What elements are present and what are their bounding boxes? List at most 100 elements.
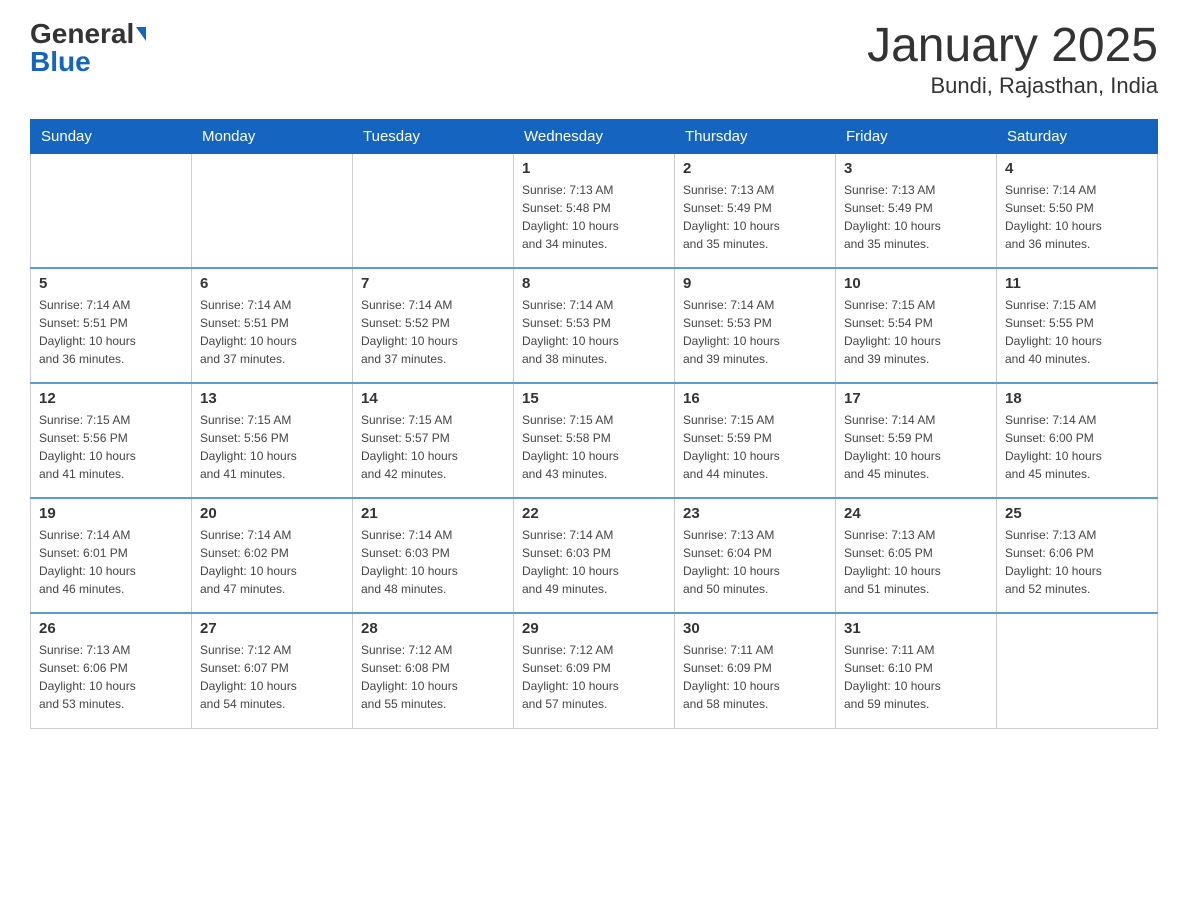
calendar-cell: 3 Sunrise: 7:13 AM Sunset: 5:49 PM Daylig… — [836, 153, 997, 268]
calendar-cell: 7 Sunrise: 7:14 AM Sunset: 5:52 PM Daylig… — [353, 268, 514, 383]
calendar-title: January 2025 — [867, 20, 1158, 73]
calendar-week-row: 26 Sunrise: 7:13 AM Sunset: 6:06 PM Dayli… — [31, 613, 1158, 728]
logo-general-text: General — [30, 20, 134, 48]
day-number: 26 — [39, 620, 183, 637]
day-number: 5 — [39, 275, 183, 292]
day-info: Sunrise: 7:14 AM Sunset: 6:02 PM Dayligh… — [200, 526, 344, 598]
day-info: Sunrise: 7:15 AM Sunset: 5:58 PM Dayligh… — [522, 411, 666, 483]
day-number: 24 — [844, 505, 988, 522]
logo: General Blue — [30, 20, 146, 76]
weekday-header-saturday: Saturday — [997, 119, 1158, 153]
day-number: 25 — [1005, 505, 1149, 522]
day-info: Sunrise: 7:13 AM Sunset: 6:06 PM Dayligh… — [39, 641, 183, 713]
calendar-cell: 9 Sunrise: 7:14 AM Sunset: 5:53 PM Daylig… — [675, 268, 836, 383]
day-info: Sunrise: 7:15 AM Sunset: 5:56 PM Dayligh… — [39, 411, 183, 483]
day-info: Sunrise: 7:12 AM Sunset: 6:09 PM Dayligh… — [522, 641, 666, 713]
day-number: 1 — [522, 160, 666, 177]
calendar-cell: 26 Sunrise: 7:13 AM Sunset: 6:06 PM Dayli… — [31, 613, 192, 728]
calendar-cell: 15 Sunrise: 7:15 AM Sunset: 5:58 PM Dayli… — [514, 383, 675, 498]
day-number: 2 — [683, 160, 827, 177]
day-info: Sunrise: 7:13 AM Sunset: 6:05 PM Dayligh… — [844, 526, 988, 598]
title-section: January 2025 Bundi, Rajasthan, India — [867, 20, 1158, 99]
day-number: 29 — [522, 620, 666, 637]
day-number: 22 — [522, 505, 666, 522]
day-info: Sunrise: 7:13 AM Sunset: 5:49 PM Dayligh… — [683, 181, 827, 253]
calendar-cell: 1 Sunrise: 7:13 AM Sunset: 5:48 PM Daylig… — [514, 153, 675, 268]
day-info: Sunrise: 7:13 AM Sunset: 5:49 PM Dayligh… — [844, 181, 988, 253]
day-number: 20 — [200, 505, 344, 522]
calendar-cell: 25 Sunrise: 7:13 AM Sunset: 6:06 PM Dayli… — [997, 498, 1158, 613]
calendar-cell — [192, 153, 353, 268]
calendar-week-row: 12 Sunrise: 7:15 AM Sunset: 5:56 PM Dayli… — [31, 383, 1158, 498]
day-number: 30 — [683, 620, 827, 637]
calendar-cell: 30 Sunrise: 7:11 AM Sunset: 6:09 PM Dayli… — [675, 613, 836, 728]
calendar-cell: 18Sunrise: 7:14 AM Sunset: 6:00 PM Dayli… — [997, 383, 1158, 498]
calendar-week-row: 19Sunrise: 7:14 AM Sunset: 6:01 PM Dayli… — [31, 498, 1158, 613]
weekday-header-wednesday: Wednesday — [514, 119, 675, 153]
calendar-cell — [997, 613, 1158, 728]
weekday-header-monday: Monday — [192, 119, 353, 153]
day-info: Sunrise: 7:11 AM Sunset: 6:09 PM Dayligh… — [683, 641, 827, 713]
calendar-week-row: 1 Sunrise: 7:13 AM Sunset: 5:48 PM Daylig… — [31, 153, 1158, 268]
day-number: 23 — [683, 505, 827, 522]
calendar-cell: 19Sunrise: 7:14 AM Sunset: 6:01 PM Dayli… — [31, 498, 192, 613]
day-info: Sunrise: 7:12 AM Sunset: 6:07 PM Dayligh… — [200, 641, 344, 713]
day-info: Sunrise: 7:14 AM Sunset: 5:51 PM Dayligh… — [200, 296, 344, 368]
day-info: Sunrise: 7:14 AM Sunset: 5:53 PM Dayligh… — [522, 296, 666, 368]
day-info: Sunrise: 7:14 AM Sunset: 5:59 PM Dayligh… — [844, 411, 988, 483]
calendar-cell — [31, 153, 192, 268]
day-number: 16 — [683, 390, 827, 407]
weekday-header-row: SundayMondayTuesdayWednesdayThursdayFrid… — [31, 119, 1158, 153]
day-number: 17 — [844, 390, 988, 407]
day-info: Sunrise: 7:14 AM Sunset: 5:52 PM Dayligh… — [361, 296, 505, 368]
day-info: Sunrise: 7:13 AM Sunset: 5:48 PM Dayligh… — [522, 181, 666, 253]
day-info: Sunrise: 7:14 AM Sunset: 5:50 PM Dayligh… — [1005, 181, 1149, 253]
calendar-cell: 29 Sunrise: 7:12 AM Sunset: 6:09 PM Dayli… — [514, 613, 675, 728]
calendar-cell: 27 Sunrise: 7:12 AM Sunset: 6:07 PM Dayli… — [192, 613, 353, 728]
calendar-cell: 28 Sunrise: 7:12 AM Sunset: 6:08 PM Dayli… — [353, 613, 514, 728]
calendar-cell: 21Sunrise: 7:14 AM Sunset: 6:03 PM Dayli… — [353, 498, 514, 613]
logo-triangle-icon — [136, 27, 146, 41]
calendar-cell: 16 Sunrise: 7:15 AM Sunset: 5:59 PM Dayli… — [675, 383, 836, 498]
day-number: 27 — [200, 620, 344, 637]
calendar-week-row: 5 Sunrise: 7:14 AM Sunset: 5:51 PM Daylig… — [31, 268, 1158, 383]
logo-blue-text: Blue — [30, 48, 91, 76]
weekday-header-friday: Friday — [836, 119, 997, 153]
calendar-cell: 24 Sunrise: 7:13 AM Sunset: 6:05 PM Dayli… — [836, 498, 997, 613]
day-info: Sunrise: 7:12 AM Sunset: 6:08 PM Dayligh… — [361, 641, 505, 713]
day-number: 10 — [844, 275, 988, 292]
day-info: Sunrise: 7:15 AM Sunset: 5:54 PM Dayligh… — [844, 296, 988, 368]
day-info: Sunrise: 7:14 AM Sunset: 5:53 PM Dayligh… — [683, 296, 827, 368]
day-info: Sunrise: 7:13 AM Sunset: 6:04 PM Dayligh… — [683, 526, 827, 598]
day-number: 6 — [200, 275, 344, 292]
day-number: 11 — [1005, 275, 1149, 292]
calendar-cell: 14Sunrise: 7:15 AM Sunset: 5:57 PM Dayli… — [353, 383, 514, 498]
day-info: Sunrise: 7:15 AM Sunset: 5:59 PM Dayligh… — [683, 411, 827, 483]
calendar-cell: 17 Sunrise: 7:14 AM Sunset: 5:59 PM Dayli… — [836, 383, 997, 498]
calendar-cell — [353, 153, 514, 268]
calendar-subtitle: Bundi, Rajasthan, India — [867, 73, 1158, 99]
calendar-cell: 22 Sunrise: 7:14 AM Sunset: 6:03 PM Dayli… — [514, 498, 675, 613]
day-number: 8 — [522, 275, 666, 292]
weekday-header-thursday: Thursday — [675, 119, 836, 153]
day-number: 4 — [1005, 160, 1149, 177]
calendar-cell: 8 Sunrise: 7:14 AM Sunset: 5:53 PM Daylig… — [514, 268, 675, 383]
weekday-header-sunday: Sunday — [31, 119, 192, 153]
calendar-cell: 6 Sunrise: 7:14 AM Sunset: 5:51 PM Daylig… — [192, 268, 353, 383]
calendar-cell: 23 Sunrise: 7:13 AM Sunset: 6:04 PM Dayli… — [675, 498, 836, 613]
day-number: 14 — [361, 390, 505, 407]
day-number: 12 — [39, 390, 183, 407]
calendar-cell: 5Sunrise: 7:14 AM Sunset: 5:51 PM Daylig… — [31, 268, 192, 383]
day-number: 7 — [361, 275, 505, 292]
day-info: Sunrise: 7:15 AM Sunset: 5:55 PM Dayligh… — [1005, 296, 1149, 368]
day-number: 21 — [361, 505, 505, 522]
day-info: Sunrise: 7:14 AM Sunset: 6:00 PM Dayligh… — [1005, 411, 1149, 483]
day-number: 15 — [522, 390, 666, 407]
day-info: Sunrise: 7:15 AM Sunset: 5:56 PM Dayligh… — [200, 411, 344, 483]
day-info: Sunrise: 7:13 AM Sunset: 6:06 PM Dayligh… — [1005, 526, 1149, 598]
day-info: Sunrise: 7:14 AM Sunset: 6:03 PM Dayligh… — [522, 526, 666, 598]
day-number: 28 — [361, 620, 505, 637]
day-info: Sunrise: 7:14 AM Sunset: 6:01 PM Dayligh… — [39, 526, 183, 598]
day-number: 3 — [844, 160, 988, 177]
day-number: 9 — [683, 275, 827, 292]
